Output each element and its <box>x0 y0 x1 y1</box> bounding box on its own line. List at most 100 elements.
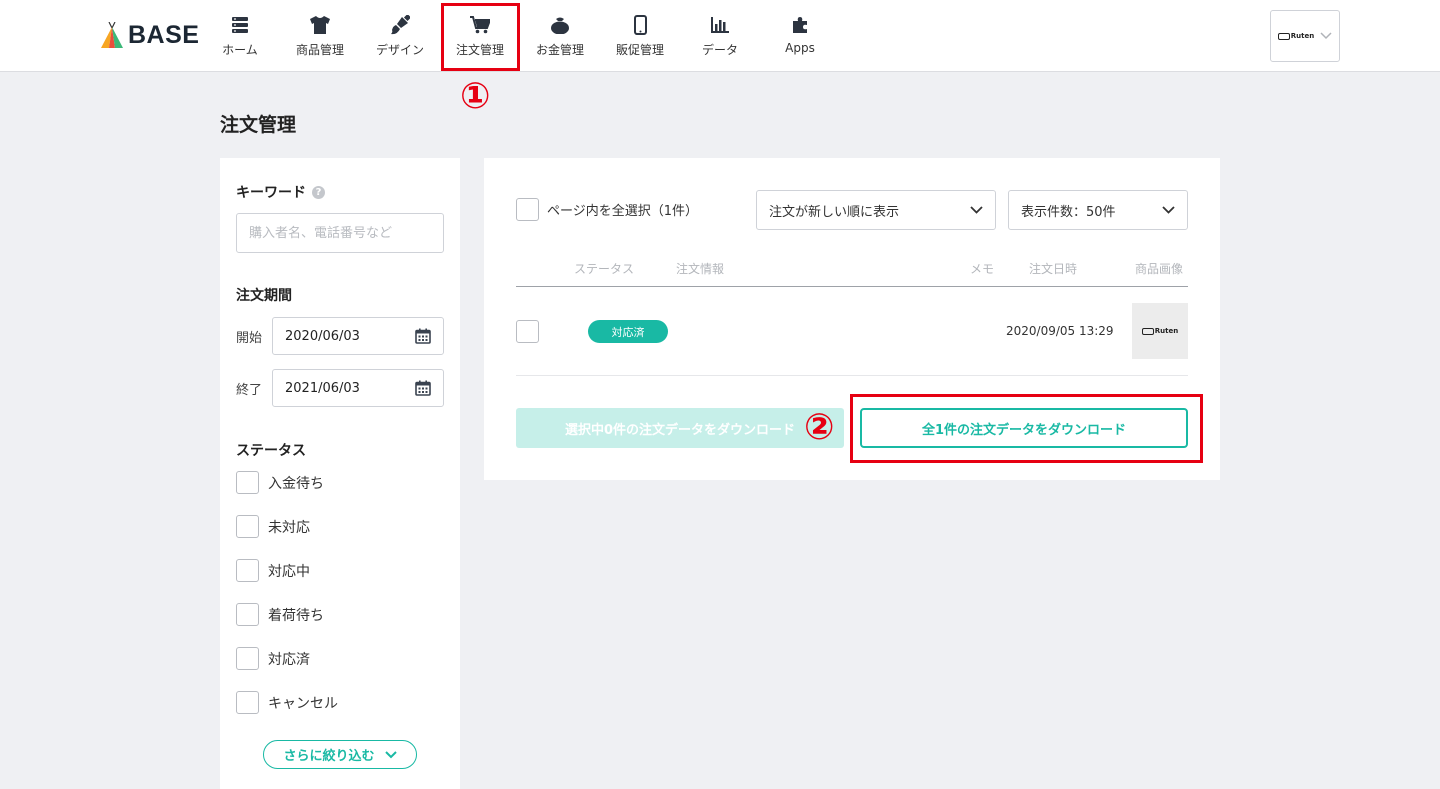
end-date-field[interactable]: 2021/06/03 <box>272 369 444 407</box>
annotation-step-1: ① <box>460 76 491 117</box>
annotation-step-2: ② <box>802 407 837 448</box>
status-option-label: キャンセル <box>268 695 338 712</box>
checkbox[interactable] <box>236 471 259 494</box>
start-date-field[interactable]: 2020/06/03 <box>272 317 444 355</box>
checkbox[interactable] <box>236 647 259 670</box>
product-image-logo: Ruten <box>1141 327 1179 335</box>
chevron-down-icon <box>1320 32 1332 40</box>
bar-chart-icon <box>709 14 731 36</box>
nav-item-money[interactable]: お金管理 <box>520 0 600 72</box>
end-date-label: 終了 <box>236 382 263 398</box>
calendar-icon <box>415 380 431 396</box>
nav-item-products[interactable]: 商品管理 <box>280 0 360 72</box>
status-filter-in-progress[interactable]: 対応中 <box>236 559 310 582</box>
ruten-logo-icon <box>1141 327 1154 335</box>
smartphone-icon <box>629 14 651 36</box>
top-navigation-bar: BASE ホーム 商品管理 デザイン 注文管理 お金管理 販促管理 データ Ap… <box>0 0 1440 72</box>
row-divider <box>516 375 1188 376</box>
keyword-heading: キーワード ? <box>236 182 325 202</box>
nav-item-orders[interactable]: 注文管理 <box>440 0 520 72</box>
select-all-on-page[interactable]: ページ内を全選択（1件） <box>516 198 698 221</box>
column-header-order-date: 注文日時 <box>1029 262 1078 276</box>
tent-logo-icon <box>101 22 123 48</box>
nav-item-data[interactable]: データ <box>680 0 760 72</box>
orders-panel: ページ内を全選択（1件） 注文が新しい順に表示 表示件数：50件 ステータス 注… <box>484 158 1220 480</box>
nav-item-home[interactable]: ホーム <box>200 0 280 72</box>
chevron-down-icon <box>384 750 397 758</box>
keyword-label: キーワード <box>236 185 306 201</box>
status-option-label: 入金待ち <box>268 475 324 492</box>
status-option-label: 対応中 <box>268 563 310 580</box>
start-date-row: 開始 2020/06/03 <box>236 317 444 355</box>
nav-item-promotion[interactable]: 販促管理 <box>600 0 680 72</box>
status-heading: ステータス <box>236 440 306 460</box>
status-filter-unhandled[interactable]: 未対応 <box>236 515 310 538</box>
shop-logo-text: Ruten <box>1290 32 1315 40</box>
column-header-order-info: 注文情報 <box>676 262 725 276</box>
end-date-value: 2021/06/03 <box>285 380 360 396</box>
nav-label-home: ホーム <box>222 43 258 57</box>
keyword-search-input[interactable] <box>236 213 444 253</box>
tshirt-icon <box>309 14 331 36</box>
status-option-label: 着荷待ち <box>268 607 324 624</box>
cart-icon <box>469 14 491 36</box>
checkbox[interactable] <box>236 515 259 538</box>
sort-order-select[interactable]: 注文が新しい順に表示 <box>756 190 996 230</box>
server-icon <box>229 14 251 36</box>
checkbox[interactable] <box>236 603 259 626</box>
row-checkbox[interactable] <box>516 320 539 343</box>
sort-order-value: 注文が新しい順に表示 <box>769 204 900 220</box>
shop-switcher-button[interactable]: Ruten <box>1270 10 1340 62</box>
checkbox[interactable] <box>236 691 259 714</box>
nav-label-apps: Apps <box>785 41 815 55</box>
status-option-label: 未対応 <box>268 519 310 536</box>
column-header-status: ステータス <box>574 262 635 276</box>
status-filter-awaiting-delivery[interactable]: 着荷待ち <box>236 603 324 626</box>
order-date: 2020/09/05 13:29 <box>1006 324 1114 338</box>
more-filters-button[interactable]: さらに絞り込む <box>263 740 417 769</box>
per-page-value: 表示件数：50件 <box>1021 204 1116 220</box>
period-heading: 注文期間 <box>236 285 292 305</box>
status-filter-label: ステータス <box>236 443 306 459</box>
status-option-label: 対応済 <box>268 651 310 668</box>
more-filters-label: さらに絞り込む <box>283 749 375 764</box>
ruten-logo-icon <box>1277 32 1290 40</box>
filter-sidebar: キーワード ? 注文期間 開始 2020/06/03 終了 2021/06/03… <box>220 158 460 789</box>
nav-label-design: デザイン <box>375 43 424 57</box>
status-filter-cancelled[interactable]: キャンセル <box>236 691 338 714</box>
nav-label-orders: 注文管理 <box>455 43 504 57</box>
nav-label-data: データ <box>701 43 738 57</box>
puzzle-icon <box>789 14 811 36</box>
per-page-select[interactable]: 表示件数：50件 <box>1008 190 1188 230</box>
chevron-down-icon <box>970 206 983 214</box>
shop-logo: Ruten <box>1277 32 1315 40</box>
nav-label-promotion: 販促管理 <box>615 43 664 57</box>
money-bag-icon <box>549 14 571 36</box>
help-icon[interactable]: ? <box>312 185 325 199</box>
status-filter-awaiting-payment[interactable]: 入金待ち <box>236 471 324 494</box>
brand-name: BASE <box>128 20 200 49</box>
download-all-button[interactable]: 全1件の注文データをダウンロード <box>860 408 1188 448</box>
nav-label-money: お金管理 <box>535 43 584 57</box>
product-thumbnail: Ruten <box>1132 303 1188 359</box>
download-selected-button[interactable]: 選択中0件の注文データをダウンロード <box>516 408 844 448</box>
start-date-value: 2020/06/03 <box>285 328 360 344</box>
product-image-logo-text: Ruten <box>1154 327 1179 335</box>
nav-item-apps[interactable]: Apps <box>760 0 840 72</box>
page-title: 注文管理 <box>220 114 297 136</box>
start-date-label: 開始 <box>236 330 263 346</box>
status-badge: 対応済 <box>588 320 668 343</box>
select-all-checkbox[interactable] <box>516 198 539 221</box>
base-logo[interactable]: BASE <box>100 20 199 50</box>
status-filter-completed[interactable]: 対応済 <box>236 647 310 670</box>
column-header-product-image: 商品画像 <box>1135 262 1184 276</box>
chevron-down-icon <box>1162 206 1175 214</box>
nav-label-products: 商品管理 <box>295 43 344 57</box>
checkbox[interactable] <box>236 559 259 582</box>
end-date-row: 終了 2021/06/03 <box>236 369 444 407</box>
table-header-divider <box>516 286 1188 287</box>
nav-item-design[interactable]: デザイン <box>360 0 440 72</box>
brush-icon <box>389 14 411 36</box>
column-header-memo: メモ <box>970 262 995 276</box>
select-all-label: ページ内を全選択（1件） <box>547 204 699 219</box>
